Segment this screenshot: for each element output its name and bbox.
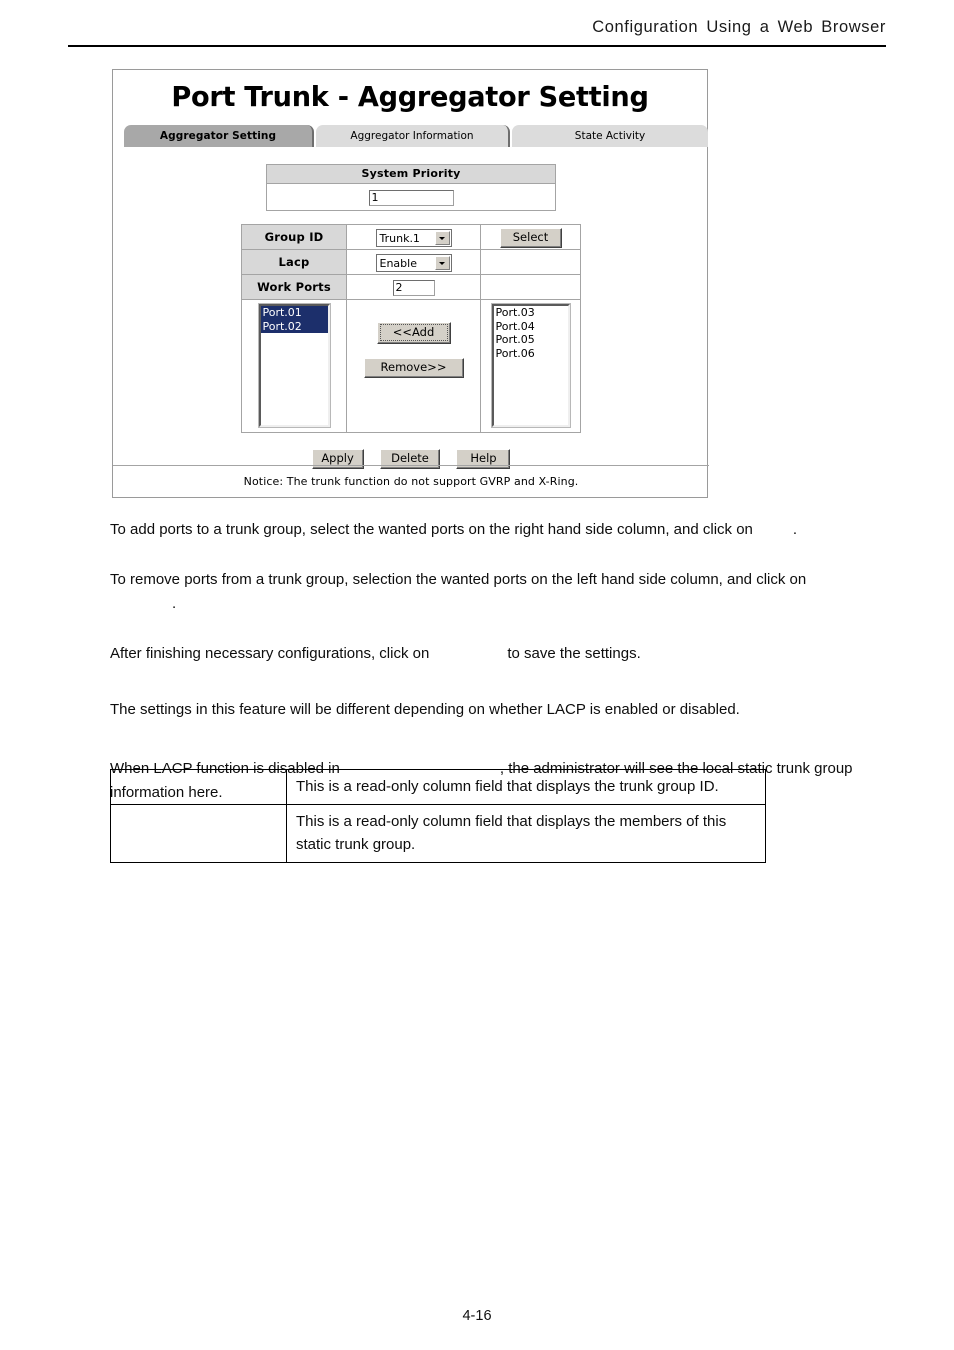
paragraph-add-ports-period: .: [792, 521, 798, 538]
system-priority-table: System Priority 1: [266, 164, 556, 211]
group-id-label: Group ID: [241, 224, 347, 250]
group-id-row: Group ID Trunk.1 Select: [241, 224, 581, 250]
list-item[interactable]: Port.01: [260, 306, 328, 320]
paragraph-lacp-note: The settings in this feature will be dif…: [110, 701, 740, 718]
group-id-field-cell: Trunk.1: [346, 224, 481, 250]
lacp-action-cell: [480, 249, 581, 275]
web-ui-page-title: Port Trunk - Aggregator Setting: [171, 80, 649, 113]
paragraph-apply-text: After finishing necessary configurations…: [110, 645, 430, 662]
work-ports-action-cell: [480, 274, 581, 300]
tab-aggregator-setting[interactable]: Aggregator Setting: [124, 125, 314, 147]
list-item[interactable]: Port.06: [494, 347, 568, 361]
available-ports-cell: Port.03 Port.04 Port.05 Port.06: [480, 300, 581, 433]
aggregator-setting-form: System Priority 1 Group ID Trunk.1 Selec…: [113, 147, 709, 469]
select-button[interactable]: Select: [499, 228, 562, 248]
notice-bar: Notice: The trunk function do not suppor…: [113, 465, 709, 497]
list-item[interactable]: Port.04: [494, 320, 568, 334]
system-priority-cell: 1: [266, 183, 556, 211]
available-ports-listbox[interactable]: Port.03 Port.04 Port.05 Port.06: [490, 303, 571, 428]
chevron-down-icon: [434, 255, 450, 270]
term-cell: [110, 804, 287, 863]
list-item[interactable]: Port.03: [494, 306, 568, 320]
trunk-settings-table: Group ID Trunk.1 Select Lacp Enable Work…: [241, 224, 581, 300]
member-ports-listbox[interactable]: Port.01 Port.02: [257, 303, 331, 428]
system-priority-input[interactable]: 1: [368, 189, 454, 206]
transfer-buttons-cell: <<Add Remove>>: [346, 300, 481, 433]
work-ports-label: Work Ports: [241, 274, 347, 300]
add-ports-button-label: <<Add: [379, 324, 448, 341]
term-cell: [110, 769, 287, 805]
paragraph-apply-tail: to save the settings.: [507, 645, 641, 662]
paragraph-remove-ports: To remove ports from a trunk group, sele…: [110, 568, 866, 616]
table-row: This is a read-only column field that di…: [110, 769, 766, 805]
add-button-wrap: <<Add: [347, 322, 480, 344]
paragraph-apply: After finishing necessary configurations…: [110, 642, 866, 666]
work-ports-row: Work Ports 2: [241, 274, 581, 300]
page-number: 4-16: [462, 1308, 492, 1324]
chevron-down-icon: [434, 230, 450, 245]
paragraph-add-ports: To add ports to a trunk group, select th…: [110, 518, 866, 542]
list-item[interactable]: Port.02: [260, 319, 328, 333]
lacp-selected-value: Enable: [379, 256, 417, 270]
tab-strip: Aggregator Setting Aggregator Informatio…: [113, 125, 709, 147]
work-ports-field-cell: 2: [346, 274, 481, 300]
lacp-label: Lacp: [241, 249, 347, 275]
field-description-table: This is a read-only column field that di…: [110, 769, 766, 863]
lacp-row: Lacp Enable: [241, 249, 581, 275]
remove-ports-button[interactable]: Remove>>: [363, 358, 464, 378]
lacp-field-cell: Enable: [346, 249, 481, 275]
paragraph-add-ports-text: To add ports to a trunk group, select th…: [110, 521, 753, 538]
inline-remove-button-placeholder: [110, 595, 172, 612]
description-cell: This is a read-only column field that di…: [286, 804, 766, 863]
lacp-dropdown[interactable]: Enable: [375, 253, 452, 272]
member-ports-cell: Port.01 Port.02: [241, 300, 347, 433]
system-priority-header: System Priority: [266, 164, 556, 184]
paragraph-remove-ports-text: To remove ports from a trunk group, sele…: [110, 571, 807, 588]
add-ports-button[interactable]: <<Add: [376, 322, 451, 344]
port-transfer-table: Port.01 Port.02 <<Add Remove>> Port.03 P…: [241, 300, 581, 433]
remove-button-wrap: Remove>>: [347, 358, 480, 378]
body-copy: To add ports to a trunk group, select th…: [110, 518, 866, 805]
header-divider-rule: [68, 45, 886, 47]
list-item[interactable]: Port.05: [494, 333, 568, 347]
description-cell: This is a read-only column field that di…: [286, 769, 766, 805]
work-ports-input[interactable]: 2: [392, 280, 435, 296]
group-id-dropdown[interactable]: Trunk.1: [375, 228, 452, 247]
table-row: This is a read-only column field that di…: [110, 804, 766, 863]
group-id-selected-value: Trunk.1: [379, 231, 420, 245]
group-id-action-cell: Select: [480, 224, 581, 250]
running-header: Configuration Using a Web Browser: [592, 18, 886, 36]
paragraph-remove-ports-period: .: [172, 595, 177, 612]
web-ui-screenshot-panel: Port Trunk - Aggregator Setting Aggregat…: [112, 69, 709, 498]
tab-state-activity[interactable]: State Activity: [512, 125, 708, 147]
tab-aggregator-information[interactable]: Aggregator Information: [316, 125, 510, 147]
